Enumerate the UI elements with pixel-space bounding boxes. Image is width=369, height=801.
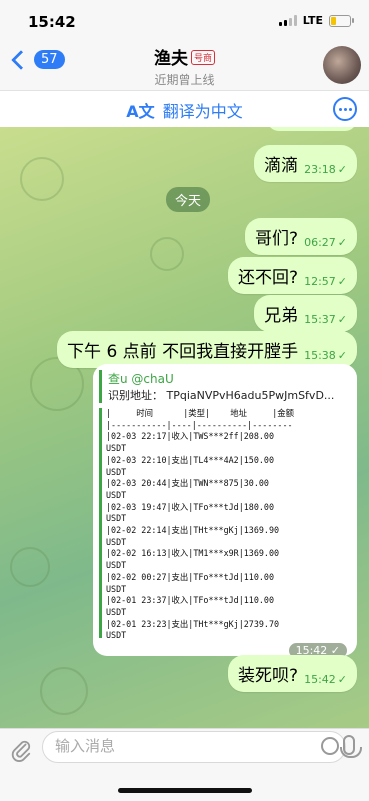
translate-label: 翻译为中文 (162, 102, 243, 121)
message-time: 23:18 (304, 163, 336, 176)
message-time: 15:38 (304, 349, 336, 362)
last-seen-status: 近期曾上线 (154, 73, 215, 87)
message-input[interactable] (43, 732, 307, 760)
message-meta: 23:18 ✓ (304, 163, 347, 176)
message-text: 下午 6 点前 不回我直接开膛手 (67, 342, 299, 362)
chat-title[interactable]: 渔夫 号商 近期曾上线 (0, 44, 369, 88)
read-check-icon: ✓ (337, 349, 347, 362)
message-meta: 15:42 ✓ (304, 673, 347, 686)
translate-icon: A文 (126, 102, 155, 121)
read-check-icon: ✓ (337, 236, 347, 249)
forwarded-message[interactable]: 查u @chaU 识别地址： TPqiaNVPvH6adu5PwJmSfvD..… (93, 364, 357, 658)
message-text: 兄弟 (264, 306, 299, 326)
message-meta: 06:27 ✓ (304, 236, 347, 249)
message-time: 06:27 (304, 236, 336, 249)
message-time: 15:42 (304, 673, 336, 686)
attach-icon[interactable] (10, 737, 32, 763)
translate-row: A文 翻译为中文 (0, 98, 369, 122)
signal-icon (278, 15, 297, 26)
network-label: LTE (302, 14, 323, 27)
message-text: 装死呗? (238, 666, 299, 686)
chat-area[interactable]: 滴滴 23:18 ✓ 今天 哥们? 06:27 ✓ 还不回? 12:57 ✓ 兄弟 1… (0, 127, 369, 728)
message-meta: 15:38 ✓ (304, 349, 347, 362)
message-time: 15:37 (304, 313, 336, 326)
message-input-bar (0, 728, 369, 801)
message-time: 12:57 (304, 275, 336, 288)
contact-name: 渔夫 (153, 49, 188, 69)
contact-name-row: 渔夫 号商 (0, 44, 369, 69)
message-bubble[interactable]: 下午 6 点前 不回我直接开膛手 15:38 ✓ (57, 331, 357, 368)
status-time: 15:42 (28, 13, 76, 31)
home-indicator (118, 788, 252, 793)
message-bubble[interactable]: 还不回? 12:57 ✓ (228, 257, 357, 294)
contact-avatar[interactable] (323, 46, 361, 84)
battery-icon (329, 14, 354, 27)
status-bar: 15:42 LTE (0, 0, 369, 42)
quote-title: 查u @chaU (108, 372, 174, 386)
message-meta: 12:57 ✓ (304, 275, 347, 288)
message-text: 还不回? (238, 268, 299, 288)
quote-text: 识别地址： TPqiaNVPvH6adu5PwJmSfvD... (108, 389, 335, 402)
message-meta: 15:37 ✓ (304, 313, 347, 326)
chat-header: 57 渔夫 号商 近期曾上线 (0, 42, 369, 90)
translate-bar[interactable]: A文 翻译为中文 (0, 90, 369, 128)
status-icons: LTE (278, 14, 354, 27)
read-check-icon: ✓ (337, 275, 347, 288)
previous-message-partial (267, 127, 357, 131)
more-options-icon[interactable] (333, 97, 357, 121)
microphone-icon[interactable] (340, 735, 362, 758)
message-field[interactable] (42, 731, 346, 763)
date-chip: 今天 (166, 187, 211, 212)
read-check-icon: ✓ (337, 313, 347, 326)
message-bubble[interactable]: 装死呗? 15:42 ✓ (228, 655, 357, 692)
transaction-table-text: | 时间 |类型| 地址 |金额 |-----------|----|-----… (99, 408, 351, 638)
quote-block[interactable]: 查u @chaU 识别地址： TPqiaNVPvH6adu5PwJmSfvD..… (99, 370, 351, 403)
read-check-icon: ✓ (337, 163, 347, 176)
message-bubble[interactable]: 滴滴 23:18 ✓ (254, 145, 357, 182)
read-check-icon: ✓ (337, 673, 347, 686)
message-bubble[interactable]: 兄弟 15:37 ✓ (254, 295, 357, 332)
message-text: 滴滴 (264, 156, 299, 176)
message-text: 哥们? (255, 229, 299, 249)
sticker-icon[interactable] (321, 737, 339, 755)
contact-tag-badge: 号商 (190, 50, 215, 65)
message-bubble[interactable]: 哥们? 06:27 ✓ (245, 218, 357, 255)
